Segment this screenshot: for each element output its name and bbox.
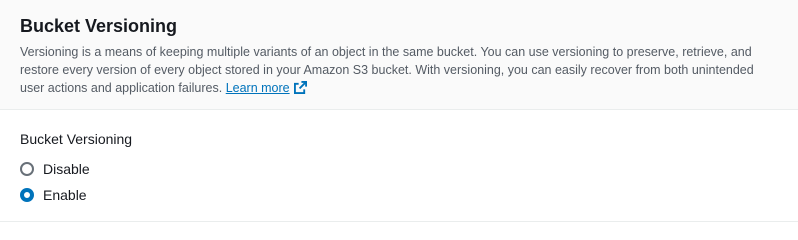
panel-header: Bucket Versioning Versioning is a means … — [0, 0, 798, 110]
radio-label-enable: Enable — [43, 187, 87, 203]
radio-label-disable: Disable — [43, 161, 90, 177]
learn-more-link[interactable]: Learn more — [226, 81, 307, 95]
description-text: Versioning is a means of keeping multipl… — [20, 45, 754, 95]
radio-enable[interactable] — [20, 188, 34, 202]
panel-body: Bucket Versioning Disable Enable — [0, 110, 798, 208]
learn-more-label: Learn more — [225, 81, 290, 95]
radio-disable[interactable] — [20, 162, 34, 176]
panel-description: Versioning is a means of keeping multipl… — [20, 43, 780, 97]
panel-title: Bucket Versioning — [20, 16, 178, 36]
radio-option-enable[interactable]: Enable — [20, 182, 778, 208]
bucket-versioning-panel: Bucket Versioning Versioning is a means … — [0, 0, 798, 222]
versioning-field-label: Bucket Versioning — [20, 131, 133, 147]
radio-option-disable[interactable]: Disable — [20, 156, 778, 182]
external-link-icon — [293, 81, 307, 94]
